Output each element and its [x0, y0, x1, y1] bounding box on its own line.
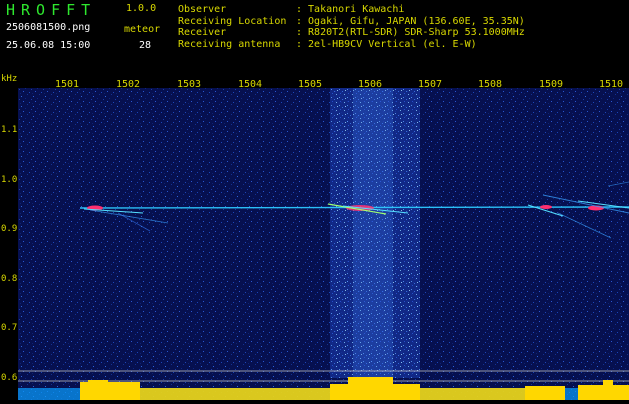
spectrogram-plot	[18, 88, 629, 400]
info-row-observer: Observer : Takanori Kawachi	[178, 4, 525, 16]
y-tick-1.0: 1.0	[1, 175, 18, 185]
info-key: Receiving antenna	[178, 38, 281, 50]
spectrogram-svg	[18, 88, 629, 400]
noise-background	[18, 88, 629, 400]
y-tick-1.1: 1.1	[1, 125, 18, 135]
y-tick-0.9: 0.9	[1, 224, 18, 234]
info-value: : R820T2(RTL-SDR) SDR-Sharp 53.1000MHz	[296, 27, 525, 39]
meteor-label: meteor	[124, 24, 161, 35]
date-time: 25.06.08 15:00	[6, 40, 91, 51]
file-name: 2506081500.png	[6, 22, 91, 33]
y-axis-unit: kHz	[1, 74, 18, 84]
info-value: : Takanori Kawachi	[296, 4, 405, 15]
y-tick-0.8: 0.8	[1, 274, 18, 284]
header-panel: HROFFT 1.0.0 2506081500.png 25.06.08 15:…	[0, 0, 629, 74]
info-key: Observer	[178, 4, 227, 15]
meteor-count: 28	[139, 40, 152, 51]
app-title: HROFFT	[6, 1, 97, 19]
info-row-antenna: Receiving antenna : 2el-HB9CV Vertical (e…	[178, 39, 525, 51]
station-info: Observer : Takanori Kawachi Receiving Loc…	[178, 4, 525, 50]
app-version: 1.0.0	[126, 3, 157, 14]
info-key: Receiver	[178, 27, 227, 39]
info-value: : Ogaki, Gifu, JAPAN (136.60E, 35.35N)	[296, 15, 525, 27]
interference-core	[353, 88, 393, 378]
info-key: Receiving Location	[178, 15, 287, 27]
info-row-location: Receiving Location : Ogaki, Gifu, JAPAN (…	[178, 16, 525, 28]
y-tick-0.6: 0.6	[1, 373, 18, 383]
info-row-receiver: Receiver : R820T2(RTL-SDR) SDR-Sharp 53.1…	[178, 27, 525, 39]
y-tick-0.7: 0.7	[1, 323, 18, 333]
info-value: : 2el-HB9CV Vertical (el. E-W)	[296, 38, 477, 50]
